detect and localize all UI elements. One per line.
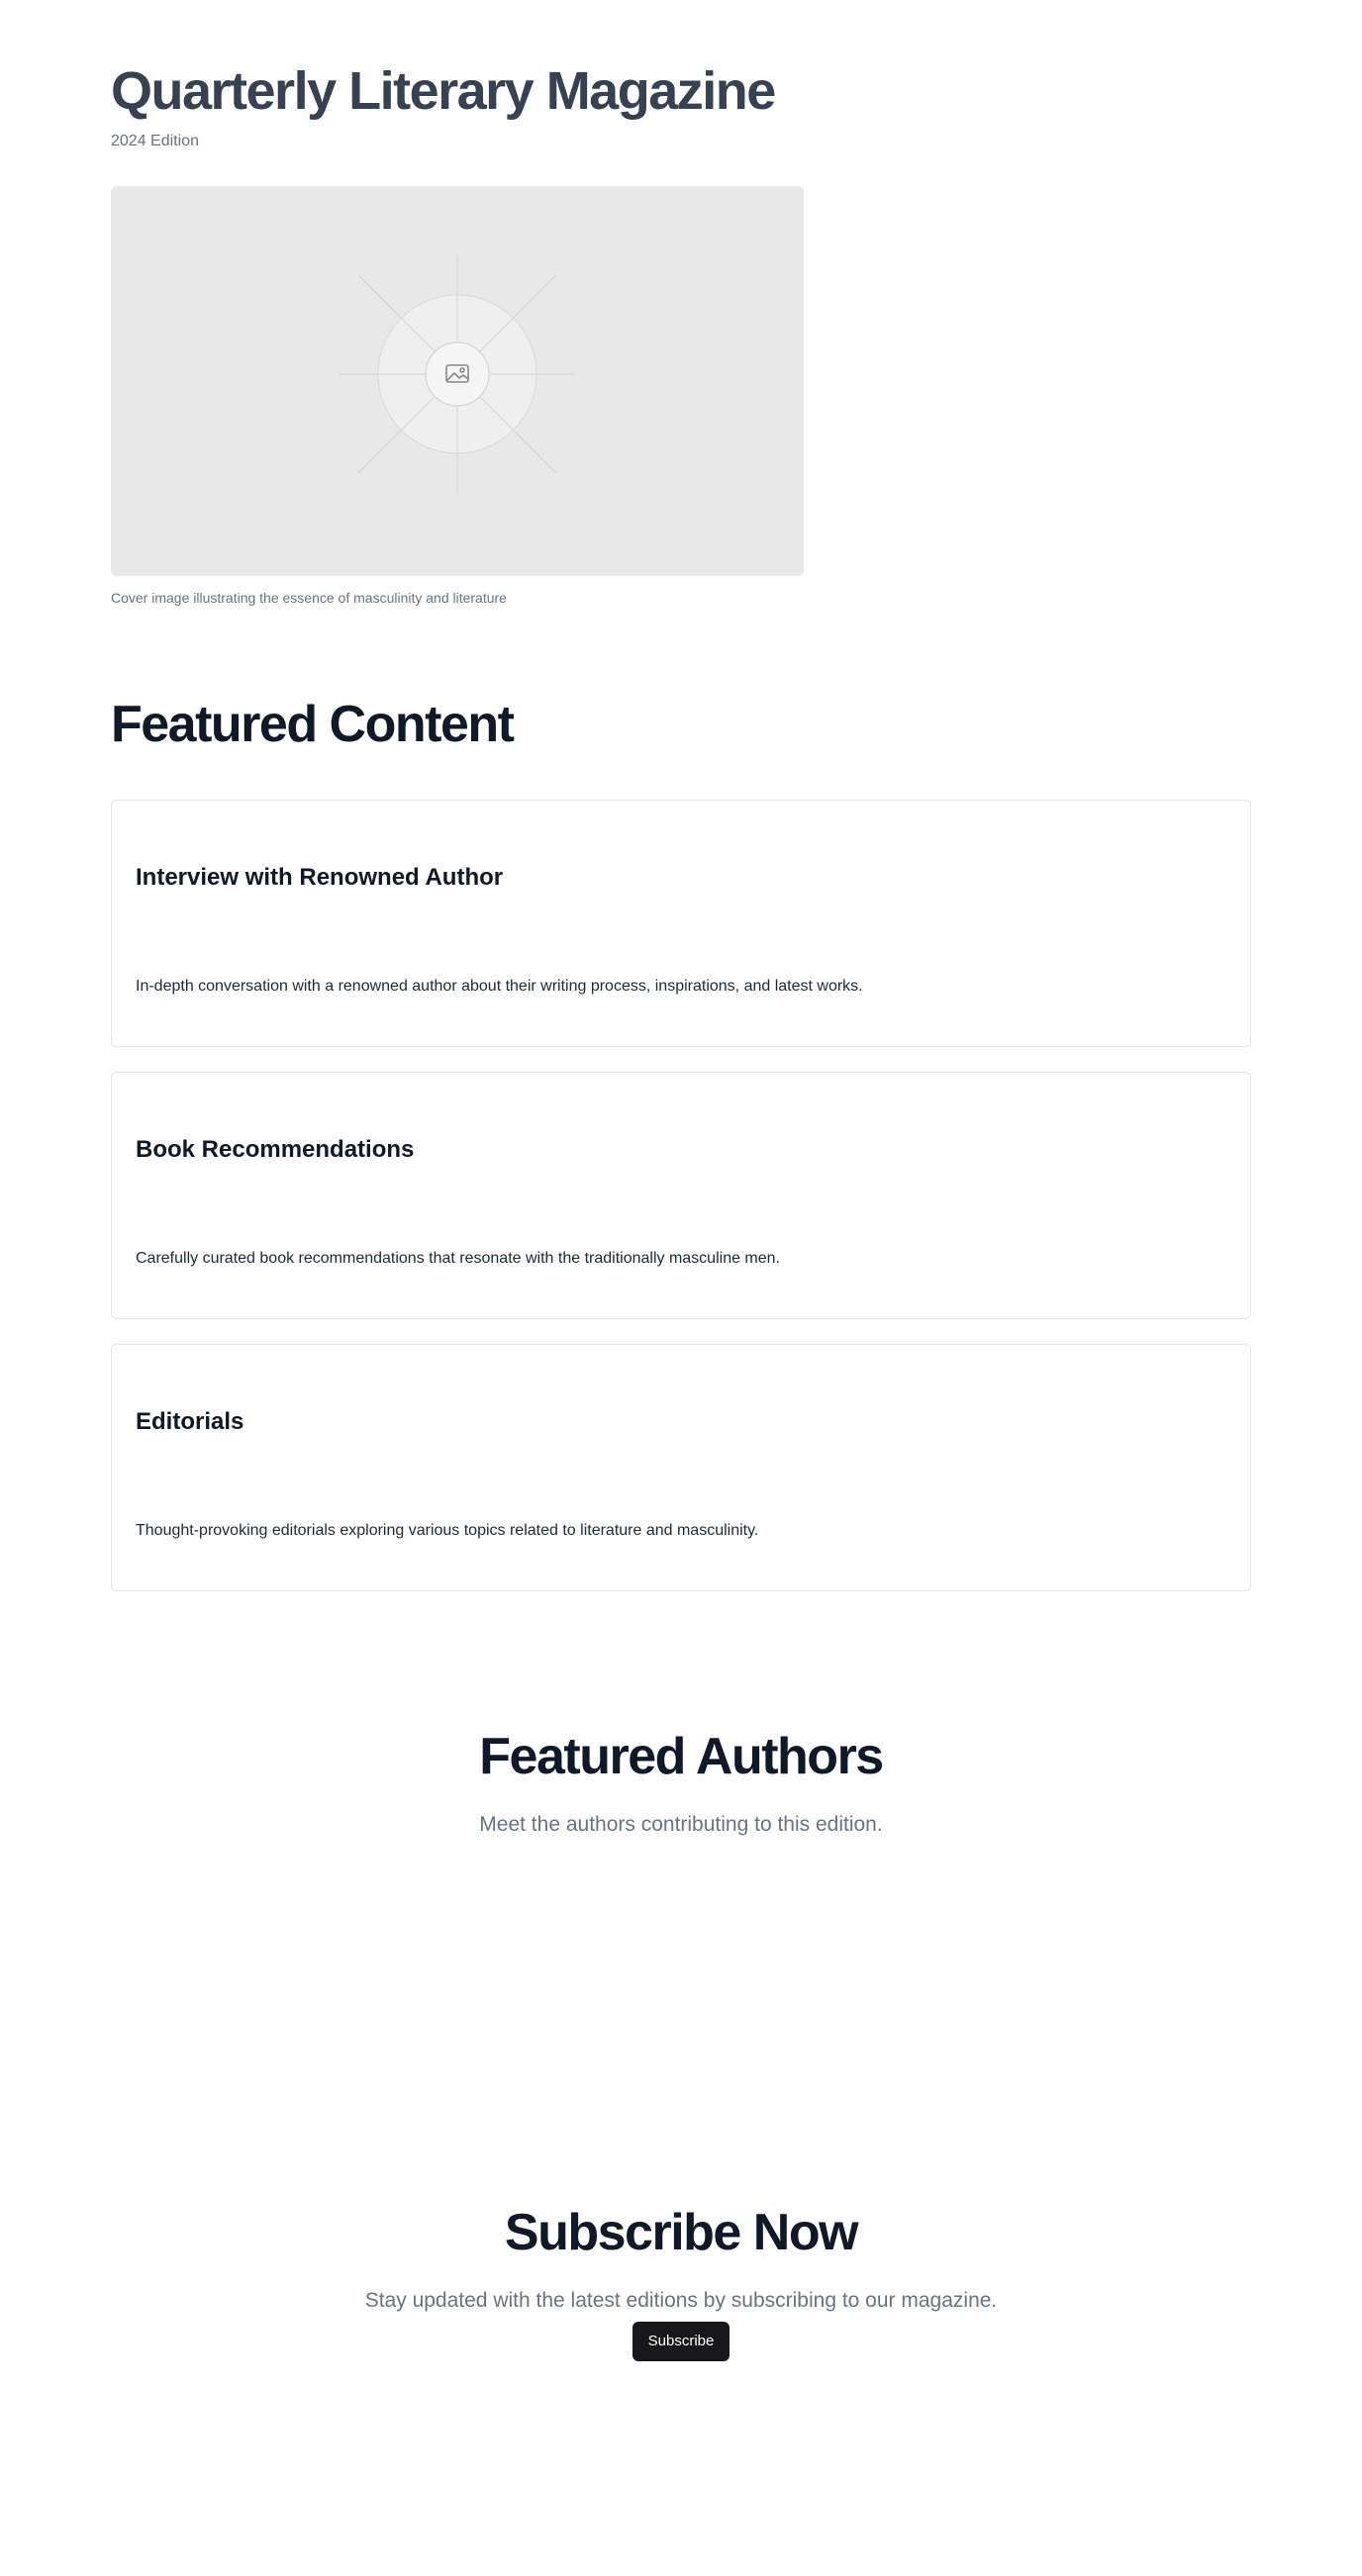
subscribe-title: Subscribe Now xyxy=(504,2204,859,2261)
featured-authors-section: Featured Authors Meet the authors contri… xyxy=(0,1725,1362,1840)
page: Quarterly Literary Magazine 2024 Edition xyxy=(0,0,1362,2576)
subscribe-button[interactable]: Subscribe xyxy=(632,2322,730,2361)
featured-content-title: Featured Content xyxy=(111,696,515,753)
subscribe-subtitle: Stay updated with the latest editions by… xyxy=(364,2289,998,2312)
subscribe-section: Subscribe Now Stay updated with the late… xyxy=(0,2201,1362,2361)
content-card-interview: Interview with Renowned Author In-depth … xyxy=(111,800,1251,1047)
featured-authors-title: Featured Authors xyxy=(479,1728,884,1785)
edition-label: 2024 Edition xyxy=(111,133,199,149)
card-description: Thought-provoking editorials exploring v… xyxy=(136,1522,759,1539)
card-description: In-depth conversation with a renowned au… xyxy=(136,978,863,995)
card-title: Editorials xyxy=(136,1408,244,1435)
card-title: Interview with Renowned Author xyxy=(136,864,504,891)
content-card-book-recommendations: Book Recommendations Carefully curated b… xyxy=(111,1072,1251,1319)
cover-placeholder-graphic xyxy=(339,255,576,493)
card-title: Book Recommendations xyxy=(136,1136,415,1163)
cover-caption: Cover image illustrating the essence of … xyxy=(111,590,507,606)
cover-image-placeholder xyxy=(111,186,804,576)
content-card-editorials: Editorials Thought-provoking editorials … xyxy=(111,1344,1251,1591)
card-description: Carefully curated book recommendations t… xyxy=(136,1250,780,1267)
featured-authors-subtitle: Meet the authors contributing to this ed… xyxy=(479,1813,883,1836)
page-title: Quarterly Literary Magazine xyxy=(111,61,776,121)
